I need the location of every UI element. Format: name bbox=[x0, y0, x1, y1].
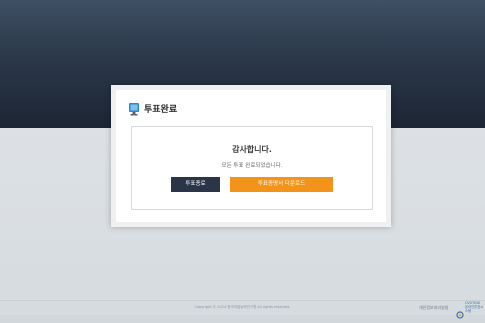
end-vote-button[interactable]: 투표종료 bbox=[171, 177, 220, 192]
modal-header: 투표완료 bbox=[128, 100, 177, 116]
vote-complete-modal: 투표완료 감사합니다. 모든 투표 완료되었습니다. 투표종료 투표증명서 다운… bbox=[116, 90, 386, 222]
thanks-heading: 감사합니다. bbox=[232, 145, 272, 154]
logo-line2: 온라인투표시스템 bbox=[465, 304, 484, 313]
copyright-text: Copyright © 2024 한국직업능력연구원 All rights re… bbox=[194, 305, 291, 309]
privacy-policy-link[interactable]: 개인정보처리방침 bbox=[419, 305, 448, 311]
monitor-icon bbox=[128, 101, 140, 116]
message-box: 감사합니다. 모든 투표 완료되었습니다. 투표종료 투표증명서 다운로드 bbox=[131, 126, 373, 210]
completion-message: 모든 투표 완료되었습니다. bbox=[221, 163, 283, 169]
download-certificate-button[interactable]: 투표증명서 다운로드 bbox=[230, 177, 333, 192]
footer-divider bbox=[0, 300, 485, 301]
footer-logo: OVOTING 온라인투표시스템 bbox=[456, 301, 485, 319]
footer-logo-text: OVOTING 온라인투표시스템 bbox=[465, 301, 485, 313]
modal-title: 투표완료 bbox=[144, 104, 178, 115]
ovoting-logo-icon bbox=[456, 304, 464, 319]
